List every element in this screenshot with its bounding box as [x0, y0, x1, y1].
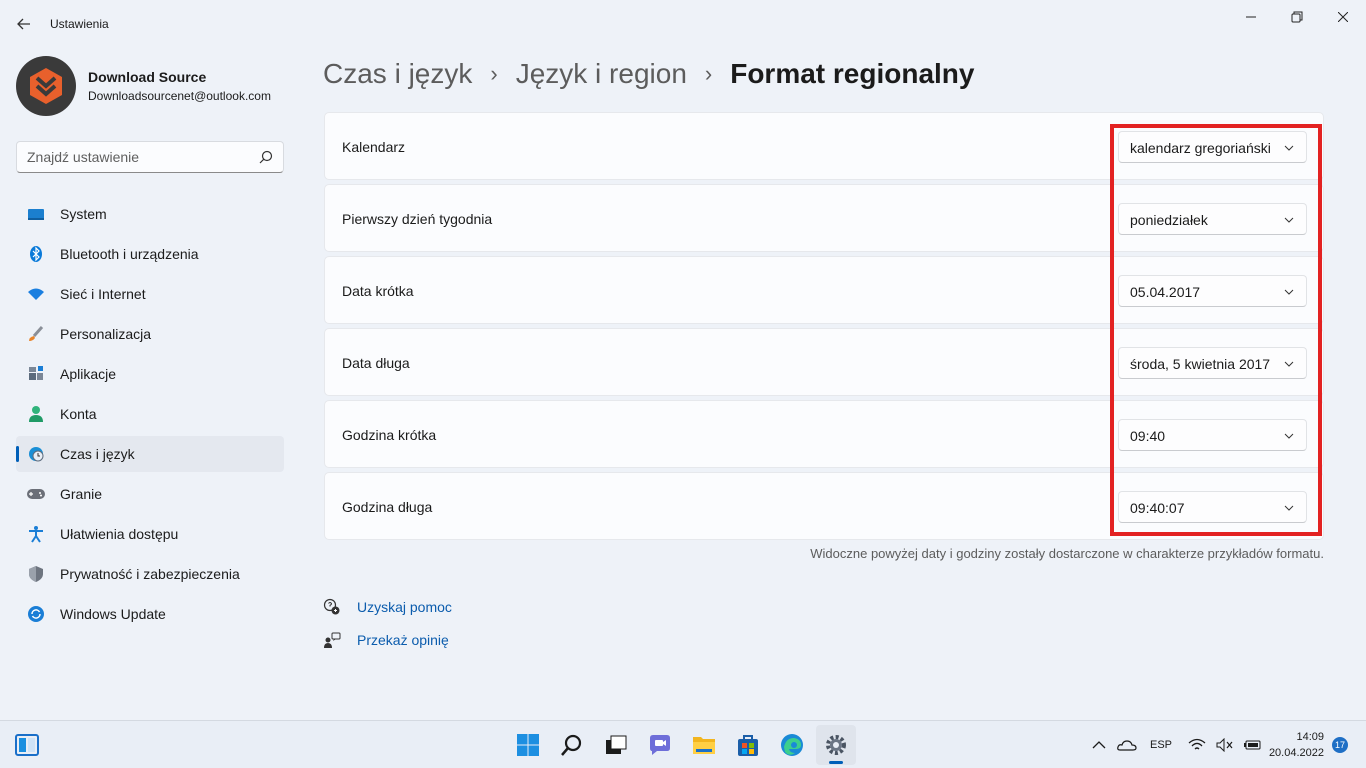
monitor-icon	[26, 204, 46, 224]
sidebar-item-system[interactable]: System	[16, 196, 284, 232]
avatar	[16, 56, 76, 116]
sidebar-item-time-language[interactable]: Czas i język	[16, 436, 284, 472]
sidebar-item-gaming[interactable]: Granie	[16, 476, 284, 512]
globe-clock-icon	[26, 444, 46, 464]
profile-name: Download Source	[88, 69, 207, 85]
sidebar-nav: System Bluetooth i urządzenia Sieć i Int…	[16, 196, 284, 636]
start-button[interactable]	[508, 725, 548, 765]
bluetooth-icon	[26, 244, 46, 264]
battery-icon[interactable]	[1242, 734, 1264, 756]
breadcrumb-separator: ›	[704, 61, 713, 86]
profile-card[interactable]: Download Source Downloadsourcenet@outloo…	[16, 56, 271, 116]
feedback-link[interactable]: Przekaż opinię	[322, 629, 452, 651]
clock-time: 14:09	[1296, 731, 1324, 743]
sidebar-item-privacy[interactable]: Prywatność i zabezpieczenia	[16, 556, 284, 592]
store-icon	[738, 735, 758, 756]
breadcrumb-language-region[interactable]: Język i region	[516, 58, 687, 90]
setting-label: Kalendarz	[342, 139, 406, 155]
back-button[interactable]	[12, 12, 36, 36]
format-note: Widoczne powyżej daty i godziny zostały …	[810, 546, 1324, 561]
gamepad-icon	[26, 484, 46, 504]
wifi-icon[interactable]	[1186, 734, 1208, 756]
breadcrumb-time-language[interactable]: Czas i język	[323, 58, 472, 90]
taskbar: ESP 14:09 20.04.2022 17	[0, 720, 1366, 768]
chat-icon	[650, 735, 670, 755]
minimize-icon	[1246, 16, 1256, 18]
search-input[interactable]	[17, 142, 247, 172]
breadcrumb: Czas i język › Język i region › Format r…	[323, 58, 974, 90]
sidebar-item-personalization[interactable]: Personalizacja	[16, 316, 284, 352]
highlight-box	[1110, 124, 1322, 536]
back-arrow-icon	[17, 18, 30, 30]
language-indicator[interactable]: ESP	[1150, 739, 1172, 751]
sidebar-item-accounts[interactable]: Konta	[16, 396, 284, 432]
profile-email: Downloadsourcenet@outlook.com	[88, 89, 271, 103]
task-view-button[interactable]	[596, 725, 636, 765]
wifi-icon	[26, 284, 46, 304]
chat-button[interactable]	[640, 725, 680, 765]
clock[interactable]: 14:09 20.04.2022	[1262, 729, 1324, 761]
download-source-logo	[30, 68, 62, 104]
widgets-icon	[15, 734, 39, 756]
restore-icon	[1291, 11, 1303, 23]
taskbar-apps	[508, 725, 860, 765]
minimize-button[interactable]	[1228, 4, 1274, 30]
edge-button[interactable]	[772, 725, 812, 765]
volume-muted-icon[interactable]	[1214, 734, 1236, 756]
clock-date: 20.04.2022	[1268, 747, 1324, 759]
accessibility-icon	[26, 524, 46, 544]
help-icon	[322, 597, 342, 617]
notification-badge[interactable]: 17	[1332, 737, 1348, 753]
task-view-icon	[606, 735, 627, 754]
update-icon	[26, 604, 46, 624]
breadcrumb-separator: ›	[490, 61, 498, 86]
brush-icon	[26, 324, 46, 344]
setting-label: Data długa	[342, 355, 410, 371]
shield-icon	[26, 564, 46, 584]
chevron-up-icon[interactable]	[1088, 734, 1110, 756]
get-help-link[interactable]: Uzyskaj pomoc	[322, 596, 452, 618]
search-icon	[561, 734, 582, 756]
help-links: Uzyskaj pomoc Przekaż opinię	[322, 596, 452, 662]
search-box[interactable]	[16, 141, 284, 173]
edge-icon	[781, 734, 803, 756]
close-button[interactable]	[1320, 4, 1366, 30]
app-title: Ustawienia	[50, 17, 109, 31]
start-icon	[517, 734, 539, 756]
store-button[interactable]	[728, 725, 768, 765]
sidebar-item-apps[interactable]: Aplikacje	[16, 356, 284, 392]
title-bar: Ustawienia	[0, 0, 1366, 48]
person-icon	[26, 404, 46, 424]
file-explorer-icon	[693, 737, 715, 754]
setting-label: Godzina krótka	[342, 427, 437, 443]
file-explorer-button[interactable]	[684, 725, 724, 765]
setting-label: Data krótka	[342, 283, 414, 299]
apps-icon	[26, 364, 46, 384]
feedback-icon	[322, 630, 342, 650]
sidebar-item-windows-update[interactable]: Windows Update	[16, 596, 284, 632]
setting-label: Pierwszy dzień tygodnia	[342, 211, 493, 227]
close-icon	[1338, 12, 1348, 22]
sidebar-item-accessibility[interactable]: Ułatwienia dostępu	[16, 516, 284, 552]
sidebar-item-network[interactable]: Sieć i Internet	[16, 276, 284, 312]
page-title: Format regionalny	[730, 58, 975, 89]
onedrive-icon[interactable]	[1116, 734, 1138, 756]
search-icon	[259, 150, 273, 164]
taskbar-search-button[interactable]	[552, 725, 592, 765]
settings-app-button[interactable]	[816, 725, 856, 765]
system-tray: ESP	[1088, 721, 1270, 768]
widgets-button[interactable]	[14, 733, 42, 757]
setting-label: Godzina długa	[342, 499, 433, 515]
restore-button[interactable]	[1274, 4, 1320, 30]
sidebar-item-bluetooth[interactable]: Bluetooth i urządzenia	[16, 236, 284, 272]
settings-icon	[826, 735, 846, 755]
